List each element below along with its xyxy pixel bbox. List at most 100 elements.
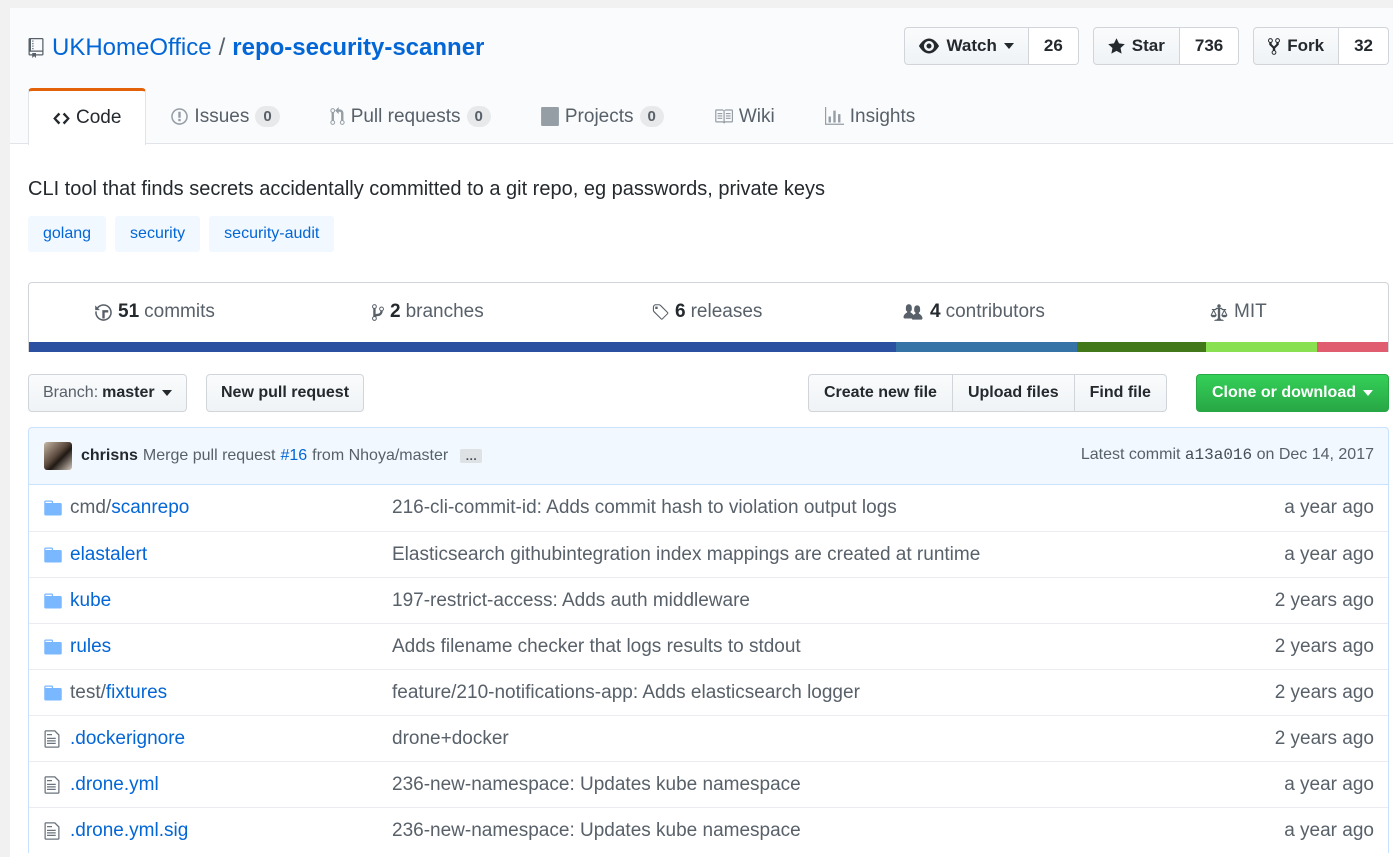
file-commit-message[interactable]: 197-restrict-access: Adds auth middlewar… <box>392 590 750 612</box>
chevron-down-icon <box>1003 43 1014 49</box>
commit-sha-link[interactable]: a13a016 <box>1185 446 1252 464</box>
file-age: 2 years ago <box>1274 590 1374 611</box>
latest-commit-label: Latest commit <box>1080 446 1181 463</box>
language-segment[interactable] <box>1317 342 1388 352</box>
clone-or-download-button[interactable]: Clone or download <box>1196 374 1389 412</box>
file-commit-message[interactable]: Elasticsearch githubintegration index ma… <box>392 544 980 566</box>
file-icon <box>43 775 63 795</box>
language-segment[interactable] <box>896 342 1077 352</box>
fork-count[interactable]: 32 <box>1339 27 1389 65</box>
tab-code[interactable]: Code <box>28 88 147 145</box>
file-commit-message[interactable]: drone+docker <box>392 728 509 750</box>
repo-title: UKHomeOffice / repo-security-scanner <box>28 34 484 62</box>
file-commit-message[interactable]: 216-cli-commit-id: Adds commit hash to v… <box>392 497 897 519</box>
topic-tag[interactable]: golang <box>28 216 107 252</box>
license-link[interactable]: MIT <box>1210 301 1267 323</box>
project-icon <box>540 107 559 126</box>
file-age: 2 years ago <box>1274 682 1374 703</box>
commit-message-suffix: from Nhoya/master <box>312 447 449 464</box>
new-pull-request-button[interactable]: New pull request <box>206 374 365 412</box>
find-file-button[interactable]: Find file <box>1073 374 1167 412</box>
watch-count[interactable]: 26 <box>1028 27 1079 65</box>
language-segment[interactable] <box>29 342 897 352</box>
projects-counter: 0 <box>639 106 664 127</box>
branches-label: branches <box>405 301 484 322</box>
commit-pr-link[interactable]: #16 <box>280 447 307 465</box>
language-segment[interactable] <box>1076 342 1206 352</box>
repo-name-link[interactable]: repo-security-scanner <box>232 34 484 62</box>
pull-request-icon <box>330 107 345 126</box>
avatar[interactable] <box>44 442 72 470</box>
topic-tag[interactable]: security-audit <box>209 216 335 252</box>
file-commit-message[interactable]: 236-new-namespace: Updates kube namespac… <box>392 774 801 796</box>
upload-files-button[interactable]: Upload files <box>951 374 1075 412</box>
commit-date: on Dec 14, 2017 <box>1256 446 1374 463</box>
file-commit-message[interactable]: 236-new-namespace: Updates kube namespac… <box>392 820 801 842</box>
repo-icon <box>28 38 44 58</box>
folder-icon <box>43 545 63 565</box>
fork-label: Fork <box>1287 36 1325 55</box>
fork-group: Fork 32 <box>1253 27 1389 65</box>
file-commit-message[interactable]: feature/210-notifications-app: Adds elas… <box>392 682 860 704</box>
star-button[interactable]: Star <box>1092 27 1180 65</box>
commit-author-link[interactable]: chrisns <box>81 447 138 465</box>
table-row: .drone.yml 236-new-namespace: Updates ku… <box>29 761 1388 807</box>
fork-button[interactable]: Fork <box>1253 27 1340 65</box>
license-label: MIT <box>1234 301 1267 322</box>
folder-icon <box>43 683 63 703</box>
file-path-prefix: test/ <box>70 682 106 703</box>
table-row: rules Adds filename checker that logs re… <box>29 623 1388 669</box>
file-name-link[interactable]: rules <box>70 636 111 658</box>
tab-wiki[interactable]: Wiki <box>689 88 800 144</box>
file-name-link[interactable]: kube <box>70 590 111 612</box>
file-icon <box>43 729 63 749</box>
table-row: test/fixtures feature/210-notifications-… <box>29 669 1388 715</box>
language-bar[interactable] <box>29 342 1388 352</box>
create-new-file-button[interactable]: Create new file <box>808 374 953 412</box>
tab-pull-requests-label: Pull requests <box>350 105 461 127</box>
file-name-link[interactable]: .drone.yml.sig <box>70 820 188 842</box>
history-icon <box>95 303 112 321</box>
commits-link[interactable]: 51 commits <box>95 301 215 323</box>
file-name-link[interactable]: fixtures <box>106 682 167 704</box>
tab-issues[interactable]: Issues 0 <box>146 88 304 144</box>
repo-path-separator: / <box>218 34 226 61</box>
star-count[interactable]: 736 <box>1179 27 1240 65</box>
branches-link[interactable]: 2 branches <box>372 301 484 323</box>
commits-count: 51 <box>118 301 140 322</box>
file-name-link[interactable]: .dockerignore <box>70 728 185 750</box>
topic-tag[interactable]: security <box>115 216 201 252</box>
latest-commit-bar: chrisns Merge pull request #16 from Nhoy… <box>28 427 1389 485</box>
file-commit-message[interactable]: Adds filename checker that logs results … <box>392 636 801 658</box>
folder-icon <box>43 591 63 611</box>
tab-pull-requests[interactable]: Pull requests 0 <box>305 88 516 144</box>
file-age: 2 years ago <box>1274 636 1374 657</box>
contributors-link[interactable]: 4 contributors <box>902 301 1045 323</box>
commit-message-prefix: Merge pull request <box>142 447 276 464</box>
commit-meta: Latest commit a13a016 on Dec 14, 2017 <box>1081 446 1374 464</box>
releases-link[interactable]: 6 releases <box>651 301 762 323</box>
file-age: a year ago <box>1284 820 1374 841</box>
file-name-link[interactable]: .drone.yml <box>70 774 159 796</box>
branch-name: master <box>102 384 155 401</box>
language-segment[interactable] <box>1205 342 1318 352</box>
book-icon <box>714 107 733 126</box>
repo-actions: Watch 26 Star 736 Fork 32 <box>890 27 1389 65</box>
graph-icon <box>824 107 844 126</box>
file-age: a year ago <box>1284 544 1374 565</box>
table-row: .dockerignore drone+docker 2 years ago <box>29 715 1388 761</box>
tab-projects[interactable]: Projects 0 <box>516 88 689 144</box>
repo-owner-link[interactable]: UKHomeOffice <box>52 34 212 62</box>
file-name-link[interactable]: scanrepo <box>111 497 189 519</box>
star-group: Star 736 <box>1092 27 1240 65</box>
topic-list: golang security security-audit <box>28 216 343 252</box>
fork-icon <box>1268 37 1281 55</box>
expand-commit-message-button[interactable]: … <box>460 449 483 463</box>
code-icon <box>53 109 70 128</box>
tab-insights[interactable]: Insights <box>800 88 940 144</box>
file-name-link[interactable]: elastalert <box>70 544 147 566</box>
watch-button[interactable]: Watch <box>904 27 1029 65</box>
branch-select-button[interactable]: Branch: master <box>28 374 187 412</box>
numbers-summary: 51 commits 2 branches 6 releases 4 contr… <box>28 282 1389 352</box>
issues-counter: 0 <box>255 106 280 127</box>
